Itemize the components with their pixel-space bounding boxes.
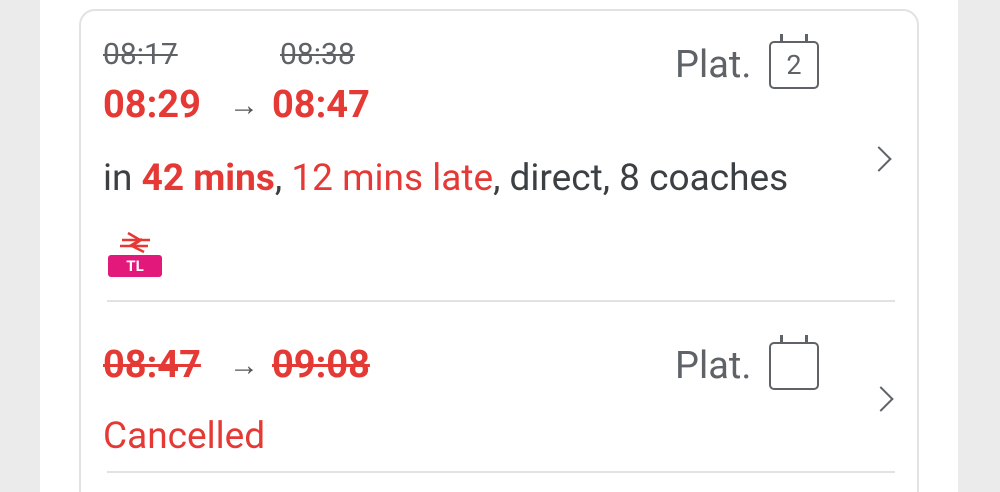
operator-code-badge: TL xyxy=(108,255,162,277)
chevron-right-icon[interactable] xyxy=(868,386,894,412)
service-row[interactable]: 08:47 → 09:08 Plat. Cancelled xyxy=(81,303,921,492)
info-details: , direct, 8 coaches xyxy=(493,157,789,200)
operator-logo: TL xyxy=(108,229,162,277)
chevron-right-icon[interactable] xyxy=(866,146,892,172)
platform-number-badge xyxy=(769,335,819,390)
platform-number-badge: 2 xyxy=(769,34,819,89)
scheduled-arrival-time: 08:38 xyxy=(280,37,355,72)
journey-results-screen: 08:17 08:38 08:29 → 08:47 Plat. 2 in 42 … xyxy=(0,0,1000,492)
platform-label: Plat. xyxy=(675,344,752,388)
arrow-right-icon: → xyxy=(229,88,259,123)
row-divider xyxy=(107,300,895,302)
row-divider xyxy=(107,471,895,473)
service-info: in 42 mins, 12 mins late, direct, 8 coac… xyxy=(103,157,788,200)
info-separator: , xyxy=(274,157,292,200)
national-rail-icon xyxy=(120,231,150,254)
arrow-right-icon: → xyxy=(229,348,259,383)
expected-arrival-time: 08:47 xyxy=(272,83,370,127)
eta-text: 42 mins xyxy=(141,157,275,200)
service-list-card: 08:17 08:38 08:29 → 08:47 Plat. 2 in 42 … xyxy=(79,9,919,492)
cancelled-arrival-time: 09:08 xyxy=(272,343,370,387)
expected-departure-time: 08:29 xyxy=(103,83,201,127)
scheduled-departure-time: 08:17 xyxy=(103,37,178,72)
cancelled-departure-time: 08:47 xyxy=(103,343,201,387)
info-prefix: in xyxy=(103,157,142,200)
delay-text: 12 mins late xyxy=(291,157,494,200)
status-cancelled: Cancelled xyxy=(103,415,266,458)
platform-label: Plat. xyxy=(675,43,752,87)
service-row[interactable]: 08:17 08:38 08:29 → 08:47 Plat. 2 in 42 … xyxy=(81,11,921,303)
